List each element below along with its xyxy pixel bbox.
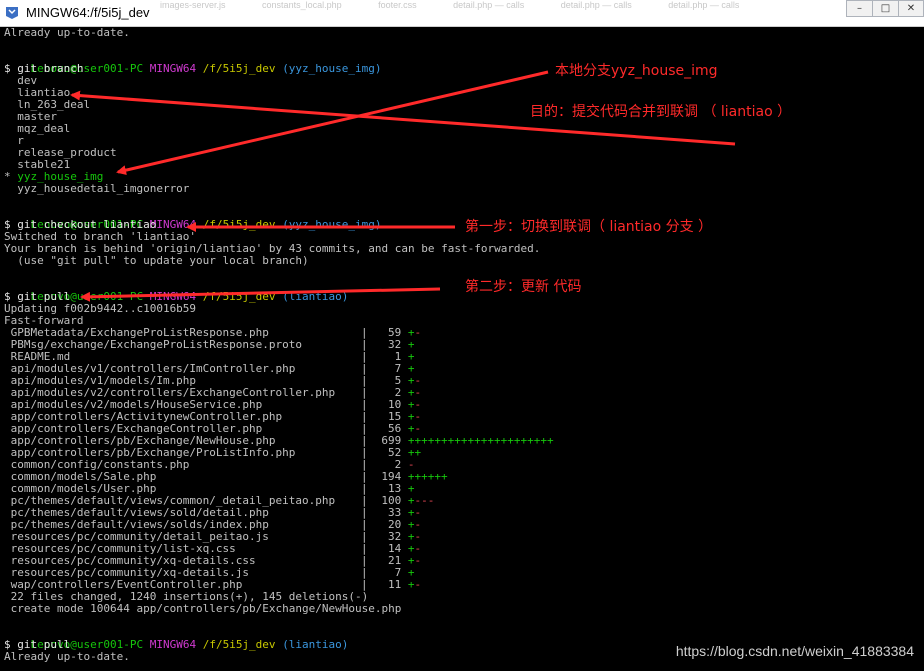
- prompt-path: /f/5i5j_dev: [202, 62, 276, 75]
- ghost-tab: detail.php — calls: [668, 0, 740, 10]
- background-tabs: images-server.js constants_local.php foo…: [160, 0, 850, 14]
- git-bash-icon: [6, 7, 18, 19]
- annotation-local-branch: 本地分支yyz_house_img: [555, 63, 718, 79]
- ghost-tab: constants_local.php: [262, 0, 342, 10]
- window-titlebar: MINGW64:/f/5i5j_dev images-server.js con…: [0, 0, 924, 27]
- terminal-output[interactable]: Already up-to-date. Lenovo@user001-PC MI…: [4, 26, 922, 671]
- prompt-branch: (liantiao): [282, 290, 349, 303]
- diffstat-minus: -: [414, 554, 422, 567]
- annotation-step1: 第一步：切换到联调（ liantiao 分支 ）: [465, 219, 713, 235]
- prompt-shell: MINGW64: [149, 62, 197, 75]
- terminal-line: Already up-to-date.: [4, 650, 130, 663]
- diffstat-count: 11: [388, 578, 402, 591]
- window-title: MINGW64:/f/5i5j_dev: [26, 5, 150, 20]
- diffstat-minus: -: [414, 326, 422, 339]
- annotation-step2: 第二步：更新 代码: [465, 279, 582, 295]
- maximize-icon: □: [880, 3, 891, 14]
- prompt-branch: (yyz_house_img): [282, 218, 382, 231]
- terminal-line: (use "git pull" to update your local bra…: [4, 254, 309, 267]
- prompt-shell: MINGW64: [149, 638, 197, 651]
- prompt-branch: (yyz_house_img): [282, 62, 382, 75]
- prompt-path: /f/5i5j_dev: [202, 290, 276, 303]
- close-icon: ✕: [906, 3, 916, 14]
- prompt-path: /f/5i5j_dev: [202, 638, 276, 651]
- ghost-tab: detail.php — calls: [453, 0, 525, 10]
- minimize-icon: –: [857, 3, 862, 14]
- annotation-goal: 目的：提交代码合并到联调 （ liantiao ）: [530, 104, 792, 120]
- ghost-tab: detail.php — calls: [560, 0, 632, 10]
- diffstat-minus: -: [414, 578, 422, 591]
- close-button[interactable]: ✕: [898, 0, 924, 17]
- prompt-branch: (liantiao): [282, 638, 349, 651]
- diffstat-plus: ++++++++++++++++++++++: [407, 434, 554, 447]
- terminal-line: Already up-to-date.: [4, 26, 130, 39]
- branch-item: yyz_housedetail_imgonerror: [4, 182, 190, 195]
- minimize-button[interactable]: –: [846, 0, 873, 17]
- maximize-button[interactable]: □: [872, 0, 899, 17]
- ghost-tab: footer.css: [378, 0, 417, 10]
- terminal-line: create mode 100644 app/controllers/pb/Ex…: [4, 602, 402, 615]
- watermark: https://blog.csdn.net/weixin_41883384: [675, 643, 914, 659]
- prompt-path: /f/5i5j_dev: [202, 218, 276, 231]
- diffstat-plus: +: [407, 578, 415, 591]
- ghost-tab: images-server.js: [160, 0, 226, 10]
